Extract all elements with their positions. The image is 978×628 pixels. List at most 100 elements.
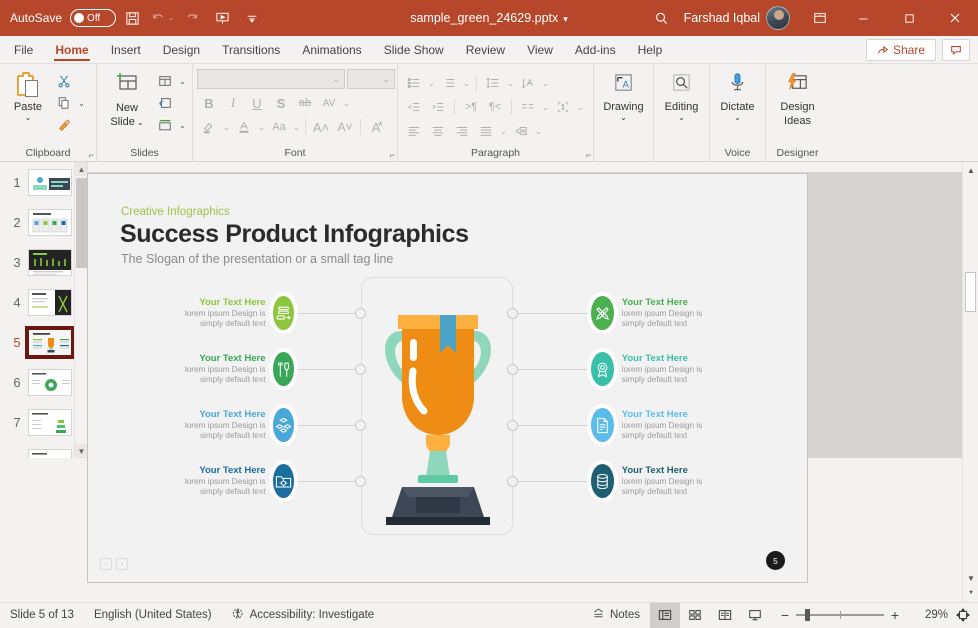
autosave-toggle[interactable]: Off — [70, 9, 116, 27]
align-text-icon[interactable] — [551, 96, 575, 118]
slide-sorter-view-button[interactable] — [680, 603, 710, 628]
left-item-3[interactable]: Your Text Here lorem ipsum Design is sim… — [176, 408, 294, 442]
new-slide-button[interactable]: New Slide ⌄ — [101, 67, 153, 128]
nav-prev-box[interactable]: ‹ — [100, 558, 112, 570]
justify-icon[interactable] — [474, 120, 498, 142]
paragraph-dialog-launcher[interactable]: ⌐ — [586, 150, 591, 160]
line-spacing-caret[interactable]: ⌄ — [505, 79, 516, 88]
thumbnail-image[interactable] — [28, 249, 72, 276]
increase-indent-icon[interactable] — [426, 96, 450, 118]
copy-dropdown-caret[interactable]: ⌄ — [76, 99, 87, 108]
avatar[interactable] — [766, 6, 790, 30]
tab-view[interactable]: View — [516, 39, 564, 63]
underline-button[interactable]: U — [245, 92, 269, 114]
italic-button[interactable]: I — [221, 92, 245, 114]
smartart-caret[interactable]: ⌄ — [533, 127, 544, 136]
zoom-handle[interactable] — [805, 609, 810, 621]
numbering-caret[interactable]: ⌄ — [461, 79, 472, 88]
close-button[interactable] — [932, 0, 978, 36]
tab-add-ins[interactable]: Add-ins — [564, 39, 627, 63]
undo-icon[interactable]: ⌄ — [148, 4, 176, 32]
shadow-button[interactable]: S — [269, 92, 293, 114]
comments-button[interactable] — [942, 39, 970, 61]
font-name-input[interactable]: ⌄ — [197, 69, 345, 89]
right-item-1[interactable]: Your Text Here lorem ipsum Design is sim… — [591, 296, 721, 330]
slide-indicator[interactable]: Slide 5 of 13 — [0, 609, 84, 621]
minimize-button[interactable] — [840, 0, 886, 36]
font-dialog-launcher[interactable]: ⌐ — [390, 150, 395, 160]
text-highlight-icon[interactable] — [197, 116, 221, 138]
layers-icon[interactable] — [273, 296, 294, 330]
format-painter-icon[interactable] — [52, 114, 76, 136]
maximize-button[interactable] — [886, 0, 932, 36]
slide-canvas[interactable]: Creative Infographics Success Product In… — [88, 174, 807, 582]
align-center-icon[interactable] — [426, 120, 450, 142]
award-badge-icon[interactable] — [591, 352, 614, 386]
font-color-icon[interactable] — [232, 116, 256, 138]
thumbnail-scroll-up-icon[interactable]: ▲ — [75, 162, 88, 176]
thumbnail-image[interactable] — [28, 369, 72, 396]
tab-review[interactable]: Review — [455, 39, 516, 63]
normal-view-button[interactable] — [650, 603, 680, 628]
thumbnail-image[interactable] — [28, 329, 72, 356]
editing-dropdown-caret[interactable]: ⌄ — [678, 113, 685, 122]
layout-dropdown-caret[interactable]: ⌄ — [177, 77, 188, 86]
design-ideas-button[interactable]: Design Ideas — [770, 67, 825, 127]
nav-next-box[interactable]: › — [116, 558, 128, 570]
section-icon[interactable] — [153, 114, 177, 136]
database-icon[interactable] — [591, 464, 614, 498]
pencil-ruler-icon[interactable] — [591, 296, 614, 330]
left-item-1[interactable]: Your Text Here lorem ipsum Design is sim… — [176, 296, 294, 330]
strikethrough-button[interactable]: ab — [293, 92, 317, 114]
thumbnail-image[interactable] — [28, 449, 72, 459]
zoom-in-button[interactable]: + — [884, 603, 906, 628]
reading-view-button[interactable] — [710, 603, 740, 628]
new-slide-dropdown-caret[interactable]: ⌄ — [137, 118, 144, 127]
align-right-icon[interactable] — [450, 120, 474, 142]
convert-to-smartart-icon[interactable] — [509, 120, 533, 142]
change-case-caret[interactable]: ⌄ — [291, 123, 302, 132]
clear-formatting-button[interactable]: A⃰ — [364, 116, 388, 138]
character-spacing-caret[interactable]: ⌄ — [341, 99, 352, 108]
tab-insert[interactable]: Insert — [100, 39, 152, 63]
font-size-input[interactable]: ⌄ — [347, 69, 395, 89]
canvas-scroll-up-icon[interactable]: ▲ — [963, 162, 978, 178]
thumbnail-scrollbar[interactable]: ▲ ▼ — [74, 162, 87, 458]
thumbnail-image[interactable] — [28, 209, 72, 236]
editing-button[interactable]: Editing ⌄ — [658, 67, 705, 122]
slide-thumbnail-pane[interactable]: 1 2 — [0, 162, 88, 458]
tab-home[interactable]: Home — [44, 39, 99, 63]
font-color-caret[interactable]: ⌄ — [256, 123, 267, 132]
tab-animations[interactable]: Animations — [291, 39, 372, 63]
zoom-track[interactable] — [796, 614, 884, 616]
character-spacing-button[interactable]: AV — [317, 92, 341, 114]
align-left-icon[interactable] — [402, 120, 426, 142]
change-case-button[interactable]: Aa — [267, 116, 291, 138]
search-icon[interactable] — [640, 11, 684, 26]
section-dropdown-caret[interactable]: ⌄ — [177, 121, 188, 130]
text-direction-caret[interactable]: ⌄ — [540, 79, 551, 88]
share-button[interactable]: Share — [866, 39, 936, 61]
ltr-text-direction-button[interactable]: >¶ — [459, 96, 483, 118]
text-direction-icon[interactable] — [516, 72, 540, 94]
slide-subtitle[interactable]: The Slogan of the presentation or a smal… — [121, 252, 393, 266]
zoom-percent[interactable]: 29% — [910, 609, 948, 621]
tab-transitions[interactable]: Transitions — [211, 39, 291, 63]
ribbon-display-options-icon[interactable] — [800, 11, 840, 25]
left-item-2[interactable]: Your Text Here lorem ipsum Design is sim… — [176, 352, 294, 386]
paste-button[interactable]: Paste ⌄ — [4, 67, 52, 122]
drawing-button[interactable]: A Drawing ⌄ — [599, 67, 649, 122]
increase-font-size-button[interactable]: A˄ — [309, 116, 333, 138]
dictate-dropdown-caret[interactable]: ⌄ — [734, 113, 741, 122]
decrease-indent-icon[interactable] — [402, 96, 426, 118]
thumbnail-scroll-down-icon[interactable]: ▼ — [75, 444, 88, 458]
tab-design[interactable]: Design — [152, 39, 211, 63]
columns-icon[interactable] — [516, 96, 540, 118]
left-item-4[interactable]: Your Text Here lorem ipsum Design is sim… — [176, 464, 294, 498]
boxes-icon[interactable] — [273, 408, 294, 442]
slide-title[interactable]: Success Product Infographics — [120, 220, 469, 249]
document-icon[interactable] — [591, 408, 614, 442]
thumbnail-image[interactable] — [28, 289, 72, 316]
reset-icon[interactable] — [153, 92, 177, 114]
right-item-4[interactable]: Your Text Here lorem ipsum Design is sim… — [591, 464, 721, 498]
